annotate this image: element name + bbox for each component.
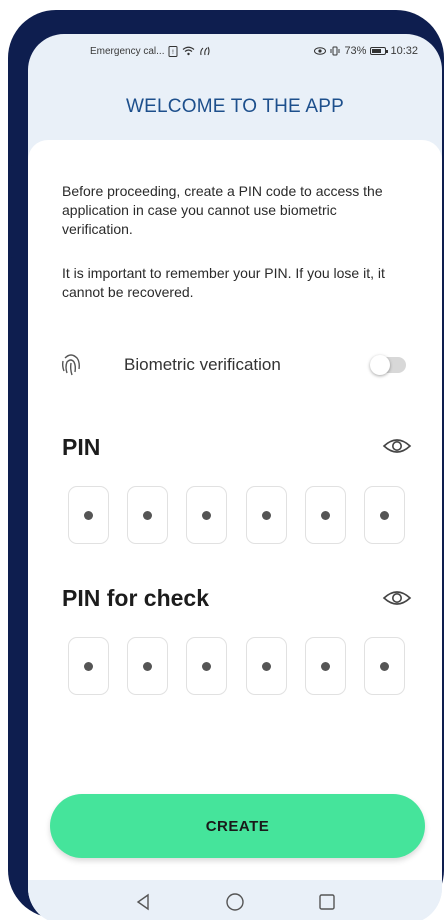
create-button[interactable]: CREATE bbox=[50, 794, 425, 858]
intro-paragraph-1: Before proceeding, create a PIN code to … bbox=[62, 183, 383, 237]
masked-dot bbox=[84, 661, 93, 671]
eye-comfort-icon bbox=[314, 47, 327, 55]
pin-digit-3[interactable] bbox=[186, 486, 227, 544]
page-title: WELCOME TO THE APP bbox=[126, 96, 344, 117]
volume-down-button bbox=[8, 257, 22, 333]
svg-text:!: ! bbox=[172, 49, 174, 56]
pin-check-digit-4[interactable] bbox=[246, 637, 287, 695]
recents-icon[interactable] bbox=[316, 891, 338, 913]
fingerprint-icon bbox=[58, 352, 84, 378]
pin-check-heading: PIN for check bbox=[62, 585, 209, 611]
volume-up-button bbox=[8, 165, 22, 241]
masked-dot bbox=[202, 661, 211, 671]
home-icon[interactable] bbox=[224, 891, 246, 913]
battery-percent: 73% bbox=[344, 45, 367, 57]
masked-dot bbox=[202, 510, 211, 520]
pin-check-digit-5[interactable] bbox=[305, 637, 346, 695]
pin-digit-4[interactable] bbox=[246, 486, 287, 544]
pin-check-digit-2[interactable] bbox=[127, 637, 168, 695]
status-right: 73% 10:32 bbox=[314, 45, 418, 57]
wifi-icon bbox=[182, 46, 195, 56]
pin-heading: PIN bbox=[62, 434, 101, 460]
vibrate-icon bbox=[330, 46, 340, 56]
pin-digit-1[interactable] bbox=[68, 486, 109, 544]
screen: Emergency cal... ! 73% 10:32 WELCOME TO … bbox=[28, 34, 442, 920]
masked-dot bbox=[321, 510, 330, 520]
biometric-row: Biometric verification bbox=[58, 350, 406, 380]
masked-dot bbox=[321, 661, 330, 671]
masked-dot bbox=[262, 510, 271, 520]
pin-check-digit-6[interactable] bbox=[364, 637, 405, 695]
masked-dot bbox=[262, 661, 271, 671]
masked-dot bbox=[380, 510, 389, 520]
pin-digit-6[interactable] bbox=[364, 486, 405, 544]
pin-input-row bbox=[68, 486, 408, 546]
status-bar: Emergency cal... ! 73% 10:32 bbox=[28, 34, 442, 68]
masked-dot bbox=[143, 661, 152, 671]
clock: 10:32 bbox=[390, 45, 418, 57]
pin-check-visibility-eye-icon[interactable] bbox=[382, 588, 412, 608]
biometric-label: Biometric verification bbox=[124, 355, 281, 374]
pin-check-digit-3[interactable] bbox=[186, 637, 227, 695]
pin-check-digit-1[interactable] bbox=[68, 637, 109, 695]
nfc-icon bbox=[199, 46, 211, 57]
battery-icon bbox=[370, 47, 389, 55]
masked-dot bbox=[84, 510, 93, 520]
pin-digit-2[interactable] bbox=[127, 486, 168, 544]
biometric-toggle[interactable] bbox=[370, 355, 406, 375]
intro-paragraph-2: It is important to remember your PIN. If… bbox=[62, 265, 385, 300]
status-left: Emergency cal... ! bbox=[90, 45, 211, 57]
toggle-knob bbox=[370, 355, 390, 375]
phone-frame: Emergency cal... ! 73% 10:32 WELCOME TO … bbox=[8, 10, 444, 920]
masked-dot bbox=[143, 510, 152, 520]
pin-digit-5[interactable] bbox=[305, 486, 346, 544]
pin-visibility-eye-icon[interactable] bbox=[382, 436, 412, 456]
system-nav-bar bbox=[28, 880, 442, 920]
sim-icon: ! bbox=[168, 45, 178, 57]
back-icon[interactable] bbox=[132, 891, 154, 913]
masked-dot bbox=[380, 661, 389, 671]
pin-check-input-row bbox=[68, 637, 408, 697]
carrier-text: Emergency cal... bbox=[90, 45, 165, 57]
content-card: Before proceeding, create a PIN code to … bbox=[28, 140, 442, 880]
